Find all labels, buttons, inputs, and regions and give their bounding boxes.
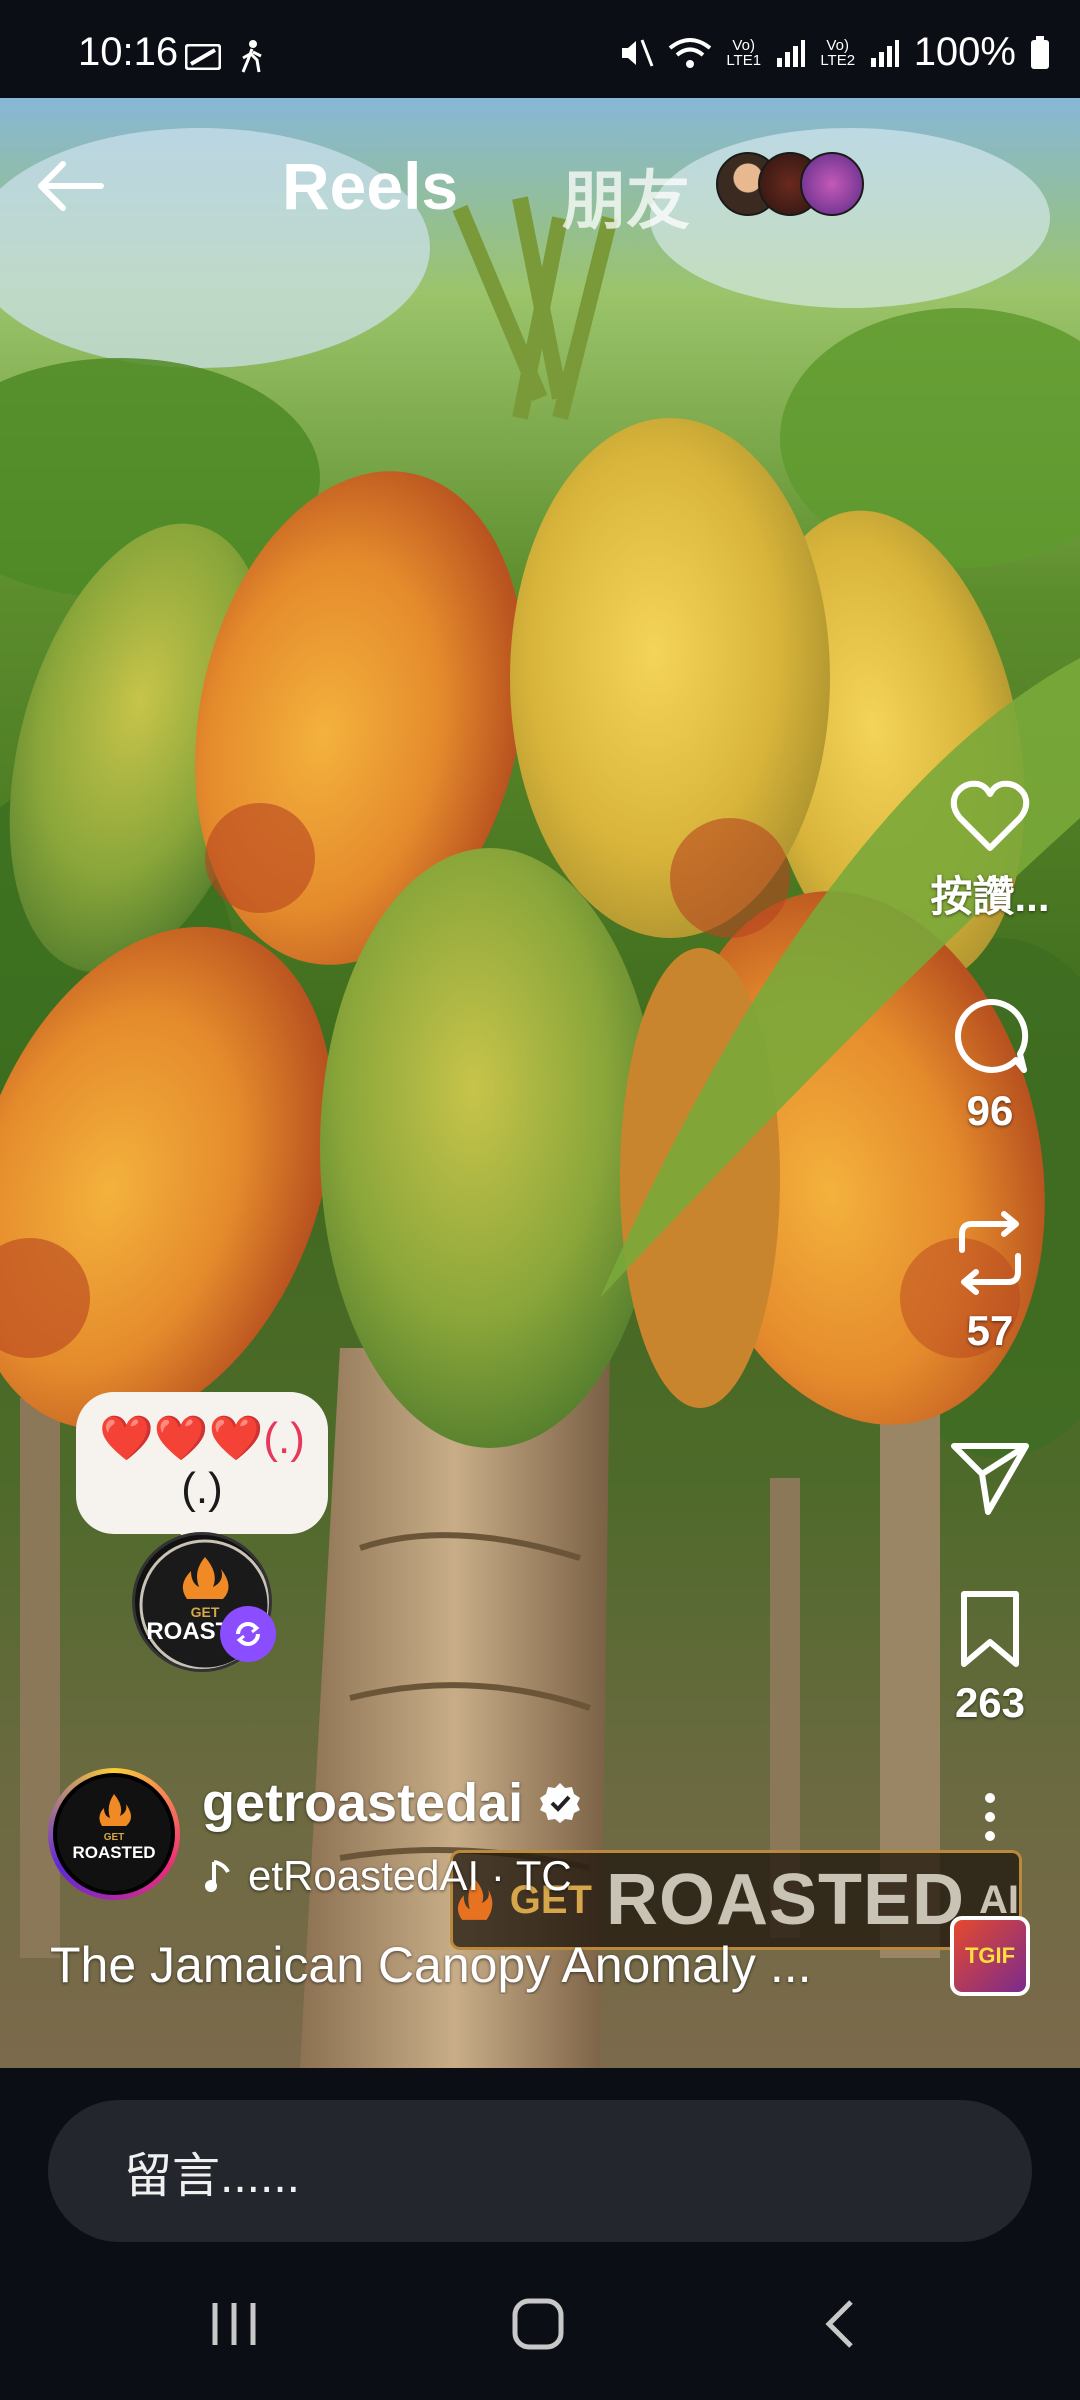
back-nav-button[interactable] (790, 2288, 890, 2360)
status-bar: 10:16 Vo) LTE1 Vo) LTE2 100% (0, 0, 1080, 98)
author-avatar[interactable]: GET ROASTED (48, 1768, 180, 1900)
battery-percent: 100% (913, 30, 1016, 74)
username-text[interactable]: getroastedai (202, 1772, 523, 1834)
comment-input[interactable]: 留言...... (48, 2100, 1032, 2242)
repost-count: 57 (966, 1307, 1014, 1354)
comment-count: 96 (966, 1087, 1014, 1134)
signal-1-icon (776, 39, 805, 67)
like-label: 按讚... (930, 873, 1050, 920)
status-right-icons: Vo) LTE1 Vo) LTE2 100% (618, 30, 1050, 75)
walking-person-icon (241, 40, 262, 73)
home-icon (512, 2298, 564, 2350)
recents-button[interactable] (184, 2288, 284, 2360)
more-vertical-icon[interactable] (982, 1792, 998, 1842)
tab-friends[interactable]: 朋友 (562, 150, 690, 242)
note-text-line2: (.) (181, 1464, 223, 1513)
music-text: etRoastedAI · TC (248, 1852, 572, 1899)
watermark-roasted: ROASTED (605, 1860, 965, 1940)
note-bubble[interactable]: ❤️❤️❤️(.) (.) (76, 1392, 328, 1552)
wifi-icon (668, 37, 711, 68)
mute-icon (621, 38, 654, 67)
logo-roasted-text: ROASTED (72, 1843, 155, 1862)
chevron-left-icon (825, 2300, 853, 2348)
friend-avatar-3 (800, 152, 864, 216)
send-icon[interactable] (950, 1440, 1030, 1516)
reels-header: Reels 朋友 (0, 140, 1080, 237)
author-username[interactable]: getroastedai (202, 1772, 581, 1834)
verified-badge-icon (540, 1783, 581, 1823)
music-note-icon (205, 1860, 230, 1892)
share-action[interactable] (900, 1440, 1080, 1521)
repost-action[interactable]: 57 (900, 1210, 1080, 1355)
arrow-left-icon (38, 161, 104, 211)
recents-icon (212, 2303, 256, 2345)
signal-2-icon (870, 39, 899, 67)
note-text-line1: ❤️❤️❤️(.) (99, 1414, 305, 1463)
more-action[interactable] (900, 1792, 1080, 1847)
heart-icon[interactable] (950, 780, 1030, 852)
logo-get-text: GET (104, 1832, 125, 1843)
comment-bar: 留言...... (0, 2068, 1080, 2248)
post-caption[interactable]: The Jamaican Canopy Anomaly ... (50, 1936, 920, 1994)
status-time: 10:16 (78, 30, 179, 74)
comment-action[interactable]: 96 (900, 996, 1080, 1135)
friend-avatars[interactable] (716, 152, 866, 218)
audio-thumbnail[interactable]: TGIF (950, 1916, 1030, 1996)
system-nav-bar (0, 2248, 1080, 2400)
repost-icon[interactable] (952, 1210, 1028, 1296)
screen-cast-icon (185, 44, 221, 70)
get-roasted-logo: GET ROASTED (72, 1794, 156, 1862)
back-button[interactable] (30, 146, 110, 226)
status-left-icons (185, 40, 265, 74)
bookmark-icon[interactable] (958, 1590, 1022, 1668)
note-repost-badge (220, 1606, 276, 1662)
music-row[interactable]: etRoastedAI · TC (204, 1852, 572, 1900)
tab-reels[interactable]: Reels (282, 148, 458, 224)
speech-bubble-icon[interactable] (950, 996, 1030, 1076)
sim1-label: Vo) LTE1 (726, 36, 762, 69)
repost-icon (236, 1622, 260, 1646)
sim2-label: Vo) LTE2 (820, 36, 856, 69)
battery-icon (1031, 35, 1049, 69)
like-action[interactable]: 按讚... (900, 780, 1080, 924)
save-action[interactable]: 263 (900, 1590, 1080, 1727)
save-count: 263 (954, 1679, 1026, 1726)
home-button[interactable] (488, 2288, 588, 2360)
